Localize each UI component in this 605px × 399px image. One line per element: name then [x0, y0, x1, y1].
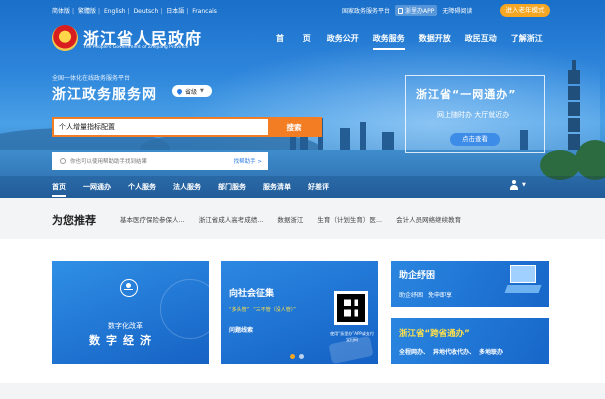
promo-subtitle: 网上随时办 大厅就近办: [437, 111, 510, 119]
promo-title: 浙江省“一网通办”: [416, 88, 517, 101]
subnav-home[interactable]: 首页: [52, 182, 66, 197]
recommend-item[interactable]: 数据浙江: [277, 214, 303, 224]
cross-item: 全程网办、: [399, 349, 430, 356]
relief-items: 助企纾困 免申即享: [399, 290, 457, 299]
cross-item: 异地代收代办、: [433, 349, 476, 356]
location-pin-icon: [175, 87, 184, 95]
recommend-item[interactable]: 会计人员网络继续教育: [396, 214, 461, 224]
lang-link[interactable]: English: [104, 8, 126, 15]
digital-card-subtitle: 数字化改革: [108, 322, 143, 330]
search-hint: 你也可以使用帮助助手找到结果 找帮助手 >: [52, 152, 268, 170]
subnav-service-list[interactable]: 服务清单: [263, 182, 291, 192]
relief-title: 助企纾困: [399, 271, 436, 281]
solicit-title: 向社会征集: [229, 289, 275, 299]
decorative-ring: [160, 279, 209, 339]
top-right-links: 国家政务服务平台 浙里办APP 无障碍阅读: [342, 5, 477, 16]
recommend-item[interactable]: 浙江省成人高考成绩...: [199, 214, 264, 224]
user-icon[interactable]: [509, 180, 519, 190]
platform-title: 浙江政务服务网: [52, 87, 157, 103]
chevron-down-icon[interactable]: ▼: [522, 182, 526, 188]
carousel-dot[interactable]: [299, 354, 304, 359]
app-link[interactable]: 浙里办APP: [395, 5, 438, 16]
subnav-one-stop[interactable]: 一网通办: [83, 182, 111, 192]
nav-data-open[interactable]: 数据开放: [419, 33, 451, 44]
recommend-title: 为您推荐: [52, 214, 96, 227]
carousel-dots: [290, 354, 308, 359]
hint-text: 你也可以使用帮助助手找到结果: [70, 159, 148, 165]
search-button[interactable]: 搜索: [268, 119, 320, 135]
qr-caption: 使用“浙里办”APP或支付宝扫码: [330, 331, 374, 342]
solicit-tag: “多头管”: [229, 307, 250, 313]
recommend-item[interactable]: 基本医疗保险参保人...: [120, 214, 185, 224]
lang-link[interactable]: 日本語: [166, 8, 184, 15]
main-nav: 首 页 政务公开 政务服务 数据开放 政民互动 了解浙江: [276, 33, 557, 50]
computer-icon: [504, 265, 542, 295]
app-label: 浙里办APP: [405, 8, 435, 15]
platform-caption: 全国一体化在线政务服务平台: [52, 75, 131, 82]
search-input[interactable]: [54, 119, 268, 135]
phone-icon: [398, 7, 404, 14]
relief-item: 免申即享: [428, 292, 453, 299]
pagoda: [566, 60, 582, 170]
nav-interaction[interactable]: 政民互动: [465, 33, 497, 44]
promo-view-button[interactable]: 点击查看: [450, 133, 500, 146]
network-icon: [120, 279, 138, 297]
carousel-dot[interactable]: [290, 354, 295, 359]
subnav-legal-person[interactable]: 法人服务: [173, 182, 201, 192]
digital-economy-card[interactable]: [52, 261, 209, 364]
nav-gov-service[interactable]: 政务服务: [372, 33, 405, 50]
digital-card-title: 数字经济: [89, 334, 157, 347]
nav-about-zhejiang[interactable]: 了解浙江: [511, 33, 543, 44]
elder-mode-button[interactable]: 进入老年模式: [500, 4, 550, 17]
level-select[interactable]: 省级 ▼: [172, 85, 212, 97]
national-platform-link[interactable]: 国家政务服务平台: [342, 6, 390, 15]
lang-link[interactable]: Deutsch: [134, 8, 159, 15]
chevron-down-icon: ▼: [200, 88, 204, 94]
national-emblem-icon: [52, 25, 78, 51]
lang-link[interactable]: 简体版: [52, 8, 70, 15]
recommend-item[interactable]: 生育（计划生育）医...: [317, 214, 382, 224]
lang-link[interactable]: 繁體版: [78, 8, 96, 15]
solicit-tags: “多头管” “三不管（没人管）”: [229, 306, 300, 313]
cross-item: 多地联办: [479, 349, 504, 356]
recommend-list: 基本医疗保险参保人... 浙江省成人高考成绩... 数据浙江 生育（计划生育）医…: [120, 214, 475, 224]
clue-button[interactable]: 问题线索: [229, 325, 253, 334]
solicit-tag: “三不管（没人管）”: [253, 307, 296, 313]
lightbulb-icon: [60, 158, 66, 164]
site-subtitle: The People's Government of Zhejiang Prov…: [83, 45, 189, 50]
help-assistant-link[interactable]: 找帮助手 >: [234, 157, 262, 165]
lang-link[interactable]: Francais: [192, 8, 217, 15]
nav-gov-open[interactable]: 政务公开: [327, 33, 359, 44]
qr-code-icon: [334, 291, 368, 325]
cross-province-card[interactable]: [391, 318, 549, 364]
footer-band: [0, 383, 605, 399]
sub-nav: 首页 一网通办 个人服务 法人服务 部门服务 服务清单 好差评: [52, 182, 346, 197]
relief-item: 助企纾困: [399, 292, 424, 299]
cross-items: 全程网办、 异地代收代办、 多地联办: [399, 347, 507, 356]
subnav-personal[interactable]: 个人服务: [128, 182, 156, 192]
cross-title: 浙江省“跨省通办”: [399, 329, 470, 339]
nav-home[interactable]: 首 页: [276, 33, 319, 44]
subnav-rating[interactable]: 好差评: [308, 182, 329, 192]
accessible-reading-link[interactable]: 无障碍阅读: [442, 6, 472, 15]
level-value: 省级: [185, 88, 198, 96]
language-links: 简体版 | 繁體版 | English | Deutsch | 日本語 | Francai…: [52, 8, 217, 15]
subnav-department[interactable]: 部门服务: [218, 182, 246, 192]
search-box: 搜索: [52, 117, 322, 137]
